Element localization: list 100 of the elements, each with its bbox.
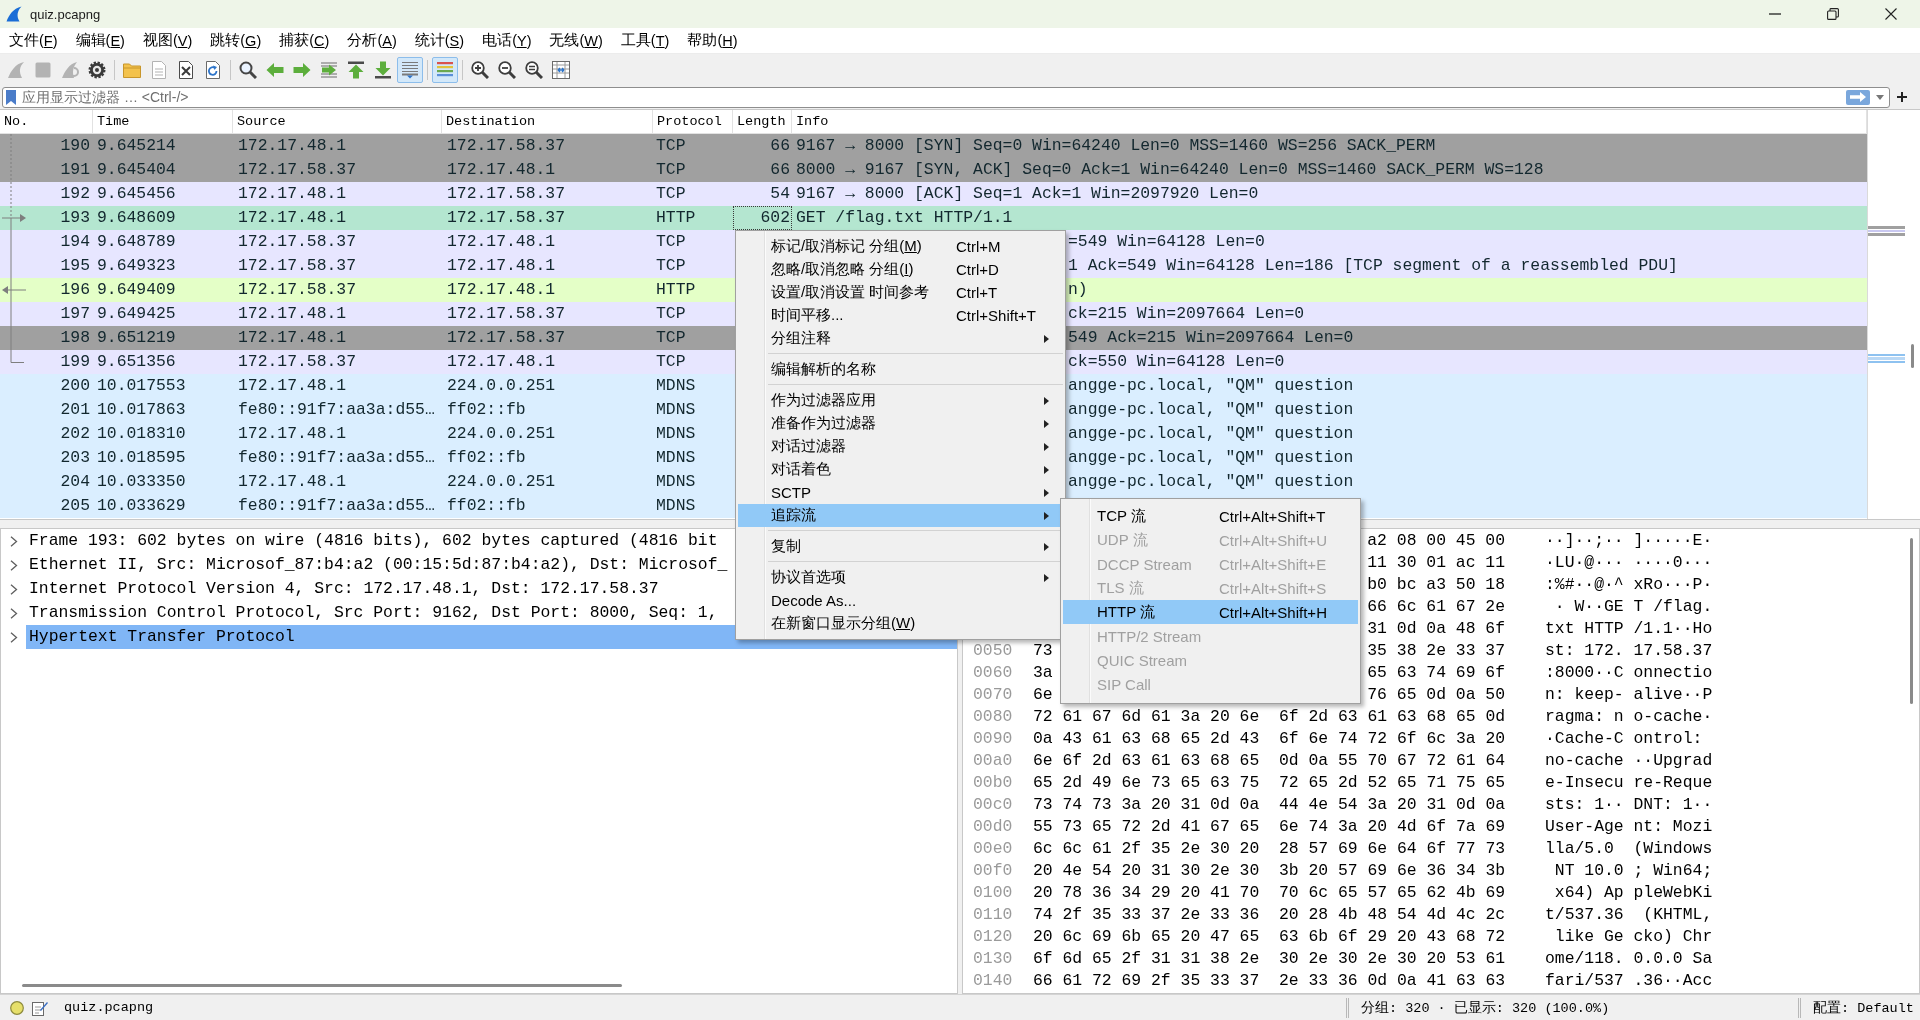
hex-bytes: 72 61 67 6d 61 3a 20 6e 6f 2d 63 61 63 68 65 0d [1033,708,1506,724]
table-cell-text: 172.17.48.1 [237,183,348,205]
hex-bytes: 74 2f 35 33 37 2e 33 36 20 28 4b 48 54 4d 4c 2c [1033,906,1506,922]
table-cell-text: 66 [769,159,791,181]
table-cell-text: 10.033350 [96,471,187,493]
shortcut-text: Ctrl+Alt+Shift+E [1219,555,1328,573]
table-cell-text: TCP [655,231,687,253]
hex-ascii: :8000··C onnectio [1545,664,1713,680]
hex-ascii: ragma: n o-cache· [1545,708,1713,724]
table-cell-text: angge-pc.local, "QM" question [1067,375,1355,397]
hex-ascii: ome/118. 0.0.0 Sa [1545,950,1713,966]
hex-ascii: no-cache ··Upgrad [1545,752,1713,768]
table-cell-text: TCP [655,183,687,205]
hex-offset: 0080 [973,708,1013,724]
hex-offset: 00c0 [973,796,1013,812]
table-cell-text: 9.645456 [96,183,177,205]
hex-offset: 0120 [973,928,1013,944]
table-cell-text: HTTP [655,279,697,301]
table-cell-text: fe80::91f7:aa3a:d55… [237,495,436,517]
table-cell-text: 200 [59,375,91,397]
table-cell-text: 197 [59,303,91,325]
table-cell-text: ck=215 Win=2097664 Len=0 [1067,303,1306,325]
table-cell-text: fe80::91f7:aa3a:d55… [237,447,436,469]
table-cell-text: 190 [59,135,91,157]
table-cell-text: 193 [59,207,91,229]
table-cell-text: 195 [59,255,91,277]
shortcut-text: Ctrl+D [956,261,1000,278]
table-cell-text: MDNS [655,423,697,445]
table-cell: 602 [733,206,792,230]
hex-bytes: 6c 6c 61 2f 35 2e 30 20 28 57 69 6e 64 6f 77 73 [1033,840,1506,856]
table-cell-text: 172.17.48.1 [237,135,348,157]
hex-bytes: 76 65 0d 0a 50 [1367,686,1505,702]
hex-bytes: 73 [1033,642,1053,658]
table-cell-text: 9.651356 [96,351,177,373]
hex-ascii: sts: 1·· DNT: 1·· [1545,796,1713,812]
table-cell-text: 224.0.0.251 [446,471,557,493]
table-cell-text: 224.0.0.251 [446,375,557,397]
table-cell-text: GET /flag.txt HTTP/1.1 [795,207,1014,229]
hex-ascii: NT 10.0 ; Win64; [1553,862,1713,878]
hex-bytes: a2 08 00 45 00 [1367,532,1505,548]
table-cell-text: fe80::91f7:aa3a:d55… [237,399,436,421]
table-cell-text: 9167 → 8000 [SYN] Seq=0 Win=64240 Len=0 MSS=1460 WS=256 SACK_PERM [795,135,1437,157]
hex-offset: 00f0 [973,862,1013,878]
table-cell-text: 9.649425 [96,303,177,325]
table-cell-text: 204 [59,471,91,493]
table-cell-text: MDNS [655,471,697,493]
hex-ascii: ·Cache-C ontrol: [1545,730,1704,746]
table-cell-text: 172.17.48.1 [446,279,557,301]
hex-ascii: ··]··;·· ]·····E· [1545,532,1713,548]
table-cell-text: 9.648789 [96,231,177,253]
hex-offset: 00b0 [973,774,1013,790]
hex-ascii: x64) Ap pleWebKi [1553,884,1713,900]
table-cell-text: n) [1067,279,1089,301]
status-text: 配置: Default [1813,999,1914,1017]
shortcut-text: Ctrl+T [956,284,999,301]
table-cell-text: 172.17.58.37 [237,351,358,373]
table-cell-text: 66 [769,135,791,157]
hex-bytes: 31 0d 0a 48 6f [1367,620,1505,636]
table-cell-text: TCP [655,255,687,277]
table-cell-text: 192 [59,183,91,205]
hex-bytes: 35 38 2e 33 37 [1367,642,1505,658]
table-cell-text: angge-pc.local, "QM" question [1067,423,1355,445]
table-cell-text: 172.17.48.1 [237,423,348,445]
table-cell-text: 549 Ack=215 Win=2097664 Len=0 [1067,327,1355,349]
hex-offset: 0090 [973,730,1013,746]
table-cell-text: 199 [59,351,91,373]
table-cell-text: 201 [59,399,91,421]
table-cell-text: 172.17.48.1 [237,303,348,325]
table-cell-text: 9.649323 [96,255,177,277]
hex-bytes: 66 6c 61 67 2e [1367,598,1505,614]
window-title: quiz.pcapng [30,6,101,22]
table-cell-text: 54 [769,183,791,205]
hex-offset: 00d0 [973,818,1013,834]
hex-bytes: 6f 6d 65 2f 31 31 38 2e 30 2e 30 2e 30 20 53 61 [1033,950,1506,966]
table-cell-text: TCP [655,351,687,373]
table-cell-text: 172.17.58.37 [237,231,358,253]
hex-bytes: 0a 43 61 63 68 65 2d 43 6f 6e 74 72 6f 6c 3a 20 [1033,730,1506,746]
shortcut-text: Ctrl+Shift+T [956,307,1038,324]
hex-bytes: 11 30 01 ac 11 [1367,554,1505,570]
hex-ascii: e-Insecu re-Reque [1545,774,1713,790]
table-cell-text: 172.17.48.1 [446,159,557,181]
table-cell-text: 172.17.48.1 [446,231,557,253]
table-cell-text: 172.17.58.37 [237,279,358,301]
table-cell-text: HTTP [655,207,697,229]
table-cell-text: ff02::fb [446,447,527,469]
hex-ascii: like Ge cko) Chr [1553,928,1713,944]
table-cell-text: =549 Win=64128 Len=0 [1067,231,1266,253]
hex-bytes: 20 6c 69 6b 65 20 47 65 63 6b 6f 29 20 43 68 72 [1033,928,1506,944]
table-cell-text: 172.17.48.1 [446,351,557,373]
hex-ascii: ·LU·@··· ····0··· [1545,554,1713,570]
hex-ascii: :%#··@·^ xRo···P· [1545,576,1713,592]
hex-ascii: · W··GE T /flag. [1553,598,1713,614]
hex-offset: 0140 [973,972,1013,988]
status-text: quiz.pcapng [64,1000,154,1015]
hex-bytes: 66 61 72 69 2f 35 33 37 2e 33 36 0d 0a 41 63 63 [1033,972,1506,988]
table-cell-text: 9.645214 [96,135,177,157]
hex-bytes: 73 74 73 3a 20 31 0d 0a 44 4e 54 3a 20 31 0d 0a [1033,796,1506,812]
shortcut-text: Ctrl+M [956,238,1002,255]
hex-ascii: st: 172. 17.58.37 [1545,642,1713,658]
table-cell-text: 10.017863 [96,399,187,421]
